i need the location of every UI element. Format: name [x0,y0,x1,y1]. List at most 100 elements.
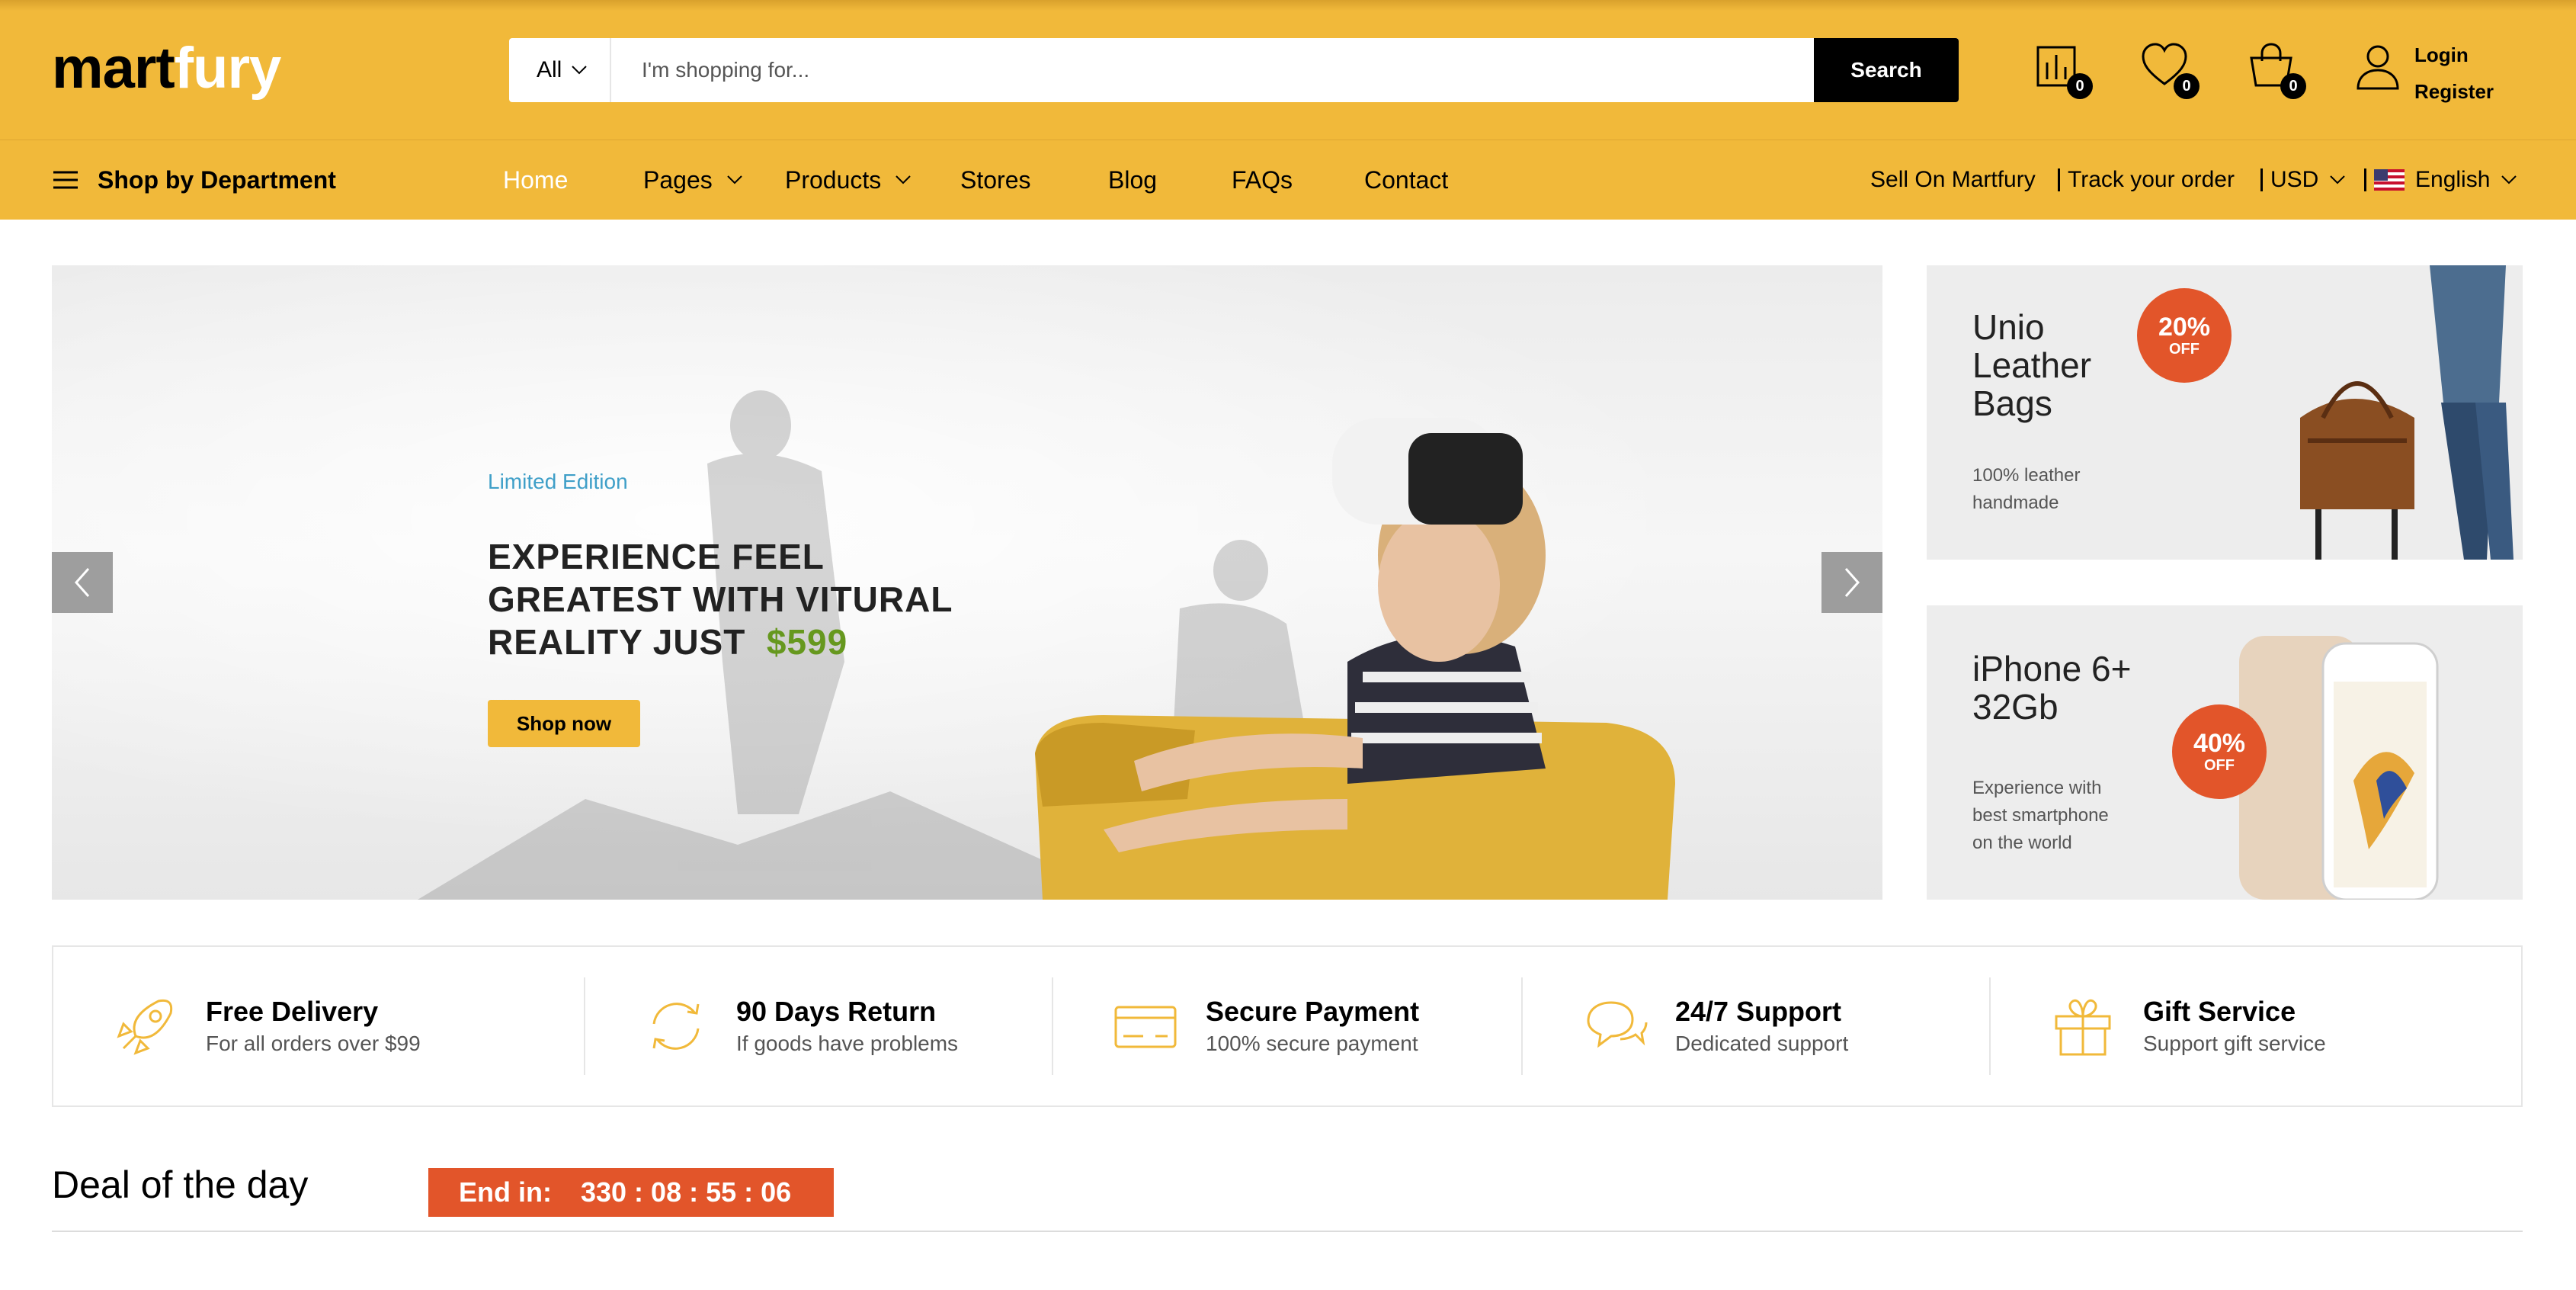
feature-text: 90 Days Return If goods have problems [736,994,958,1058]
feature-text: Free Delivery For all orders over $99 [206,994,421,1058]
nav-item-stores[interactable]: Stores [960,140,1030,220]
divider [2364,168,2366,191]
discount-percent: 20% [2158,313,2211,342]
hero-tag: Limited Edition [488,470,628,493]
account-links: Login Register [2414,37,2494,110]
department-label: Shop by Department [98,165,336,194]
feature-subtitle: Dedicated support [1675,1032,1849,1055]
search-bar: All Search [509,38,1959,102]
sync-icon [652,1003,700,1050]
promo-sub-line: handmade [1972,493,2059,513]
compare-button[interactable]: 0 [2033,41,2093,99]
hero-title-line-with-price: REALITY JUST $599 [488,621,1021,663]
main-nav: Shop by Department Home Pages Products S… [0,140,2576,220]
currency-value: USD [2270,167,2319,192]
promo-title: iPhone 6+ 32Gb [1972,650,2131,726]
promo-subtitle: 100% leather handmade [1972,462,2080,517]
discount-off: OFF [2204,757,2235,774]
shop-now-button[interactable]: Shop now [488,700,640,747]
chevron-right-icon [1844,568,1860,597]
language-select[interactable]: English [2364,140,2517,220]
track-label: Track your order [2068,167,2235,192]
language-value: English [2415,167,2491,192]
slider-next-button[interactable] [1821,552,1882,613]
promo-banner-iphone[interactable]: iPhone 6+ 32Gb Experience with best smar… [1927,605,2523,900]
logo-part-fury: fury [174,36,282,101]
feature-title: Secure Payment [1206,996,1420,1027]
feature-gift-service: Gift Service Support gift service [2050,947,2326,1105]
discount-badge: 40% OFF [2172,704,2267,799]
nav-label: Stores [960,165,1031,194]
rocket-icon [117,999,173,1055]
chevron-down-icon [2501,175,2517,185]
search-category-value: All [537,57,562,82]
hero-title-line: EXPERIENCE FEEL [488,537,825,576]
deal-of-the-day-heading: Deal of the day [52,1163,309,1206]
promo-sub-line: 100% leather [1972,465,2081,486]
credit-card-icon [1114,1006,1177,1048]
site-header: martfury All Search 0 0 0 Login Register [0,0,2576,140]
discount-badge: 20% OFF [2137,288,2232,383]
feature-title: 90 Days Return [736,996,937,1027]
feature-90-days-return: 90 Days Return If goods have problems [643,947,958,1105]
feature-subtitle: If goods have problems [736,1032,959,1055]
sell-on-martfury-link[interactable]: Sell On Martfury [1870,140,2036,220]
nav-label: Home [503,165,569,194]
wishlist-button[interactable]: 0 [2140,41,2200,99]
promo-title-line: 32Gb [1972,687,2059,727]
hero-title: EXPERIENCE FEEL GREATEST WITH VITURAL RE… [488,535,1021,663]
feature-support: 24/7 Support Dedicated support [1582,947,1848,1105]
section-divider [52,1231,2523,1232]
search-input[interactable] [611,38,1823,102]
currency-select[interactable]: USD [2260,140,2346,220]
user-icon [2357,45,2399,90]
slider-prev-button[interactable] [52,552,113,613]
nav-label: Contact [1364,165,1449,194]
nav-item-faqs[interactable]: FAQs [1232,140,1293,220]
header-shade [0,0,2576,11]
gift-icon [2055,999,2111,1056]
promo-banner-bags[interactable]: Unio Leather Bags 100% leather handmade … [1927,265,2523,560]
feature-title: Gift Service [2143,996,2296,1027]
promo-sub-line: on the world [1972,833,2072,853]
feature-secure-payment: Secure Payment 100% secure payment [1113,947,1419,1105]
chevron-left-icon [74,568,90,597]
nav-label: Blog [1108,165,1158,194]
feature-title: 24/7 Support [1675,996,1842,1027]
hero-title-line: GREATEST WITH VITURAL [488,579,953,619]
feature-divider [1521,977,1523,1075]
us-flag-icon [2374,169,2405,191]
hero-slider: Limited Edition EXPERIENCE FEEL GREATEST… [52,265,1882,900]
nav-item-products[interactable]: Products [785,140,912,220]
nav-label: FAQs [1232,165,1293,194]
cart-button[interactable]: 0 [2247,41,2306,99]
feature-subtitle: 100% secure payment [1206,1032,1418,1055]
login-link[interactable]: Login [2414,37,2494,73]
compare-count-badge: 0 [2067,73,2093,99]
feature-text: Secure Payment 100% secure payment [1206,994,1419,1058]
account-icon-wrap[interactable] [2353,43,2407,96]
feature-divider [1052,977,1053,1075]
countdown-timer: End in: 330 : 08 : 55 : 06 [428,1168,834,1217]
nav-label: Products [785,165,882,194]
feature-title: Free Delivery [206,996,379,1027]
register-link[interactable]: Register [2414,73,2494,110]
promo-title-line: Bags [1972,383,2052,423]
divider [2260,168,2263,191]
countdown-label: End in: [459,1176,552,1208]
chevron-down-icon [896,175,911,185]
feature-text: Gift Service Support gift service [2143,994,2326,1058]
nav-item-home[interactable]: Home [503,140,568,220]
nav-item-contact[interactable]: Contact [1364,140,1448,220]
logo[interactable]: martfury [52,30,282,107]
promo-title-line: Unio [1972,307,2045,347]
feature-subtitle: Support gift service [2143,1032,2326,1055]
search-category-select[interactable]: All [509,38,611,102]
service-features: Free Delivery For all orders over $99 90… [52,945,2523,1107]
track-order-link[interactable]: Track your order [2058,140,2235,220]
search-button[interactable]: Search [1814,38,1959,102]
nav-item-pages[interactable]: Pages [643,140,743,220]
discount-off: OFF [2169,341,2200,358]
shop-by-department-button[interactable]: Shop by Department [53,140,336,220]
nav-item-blog[interactable]: Blog [1108,140,1157,220]
